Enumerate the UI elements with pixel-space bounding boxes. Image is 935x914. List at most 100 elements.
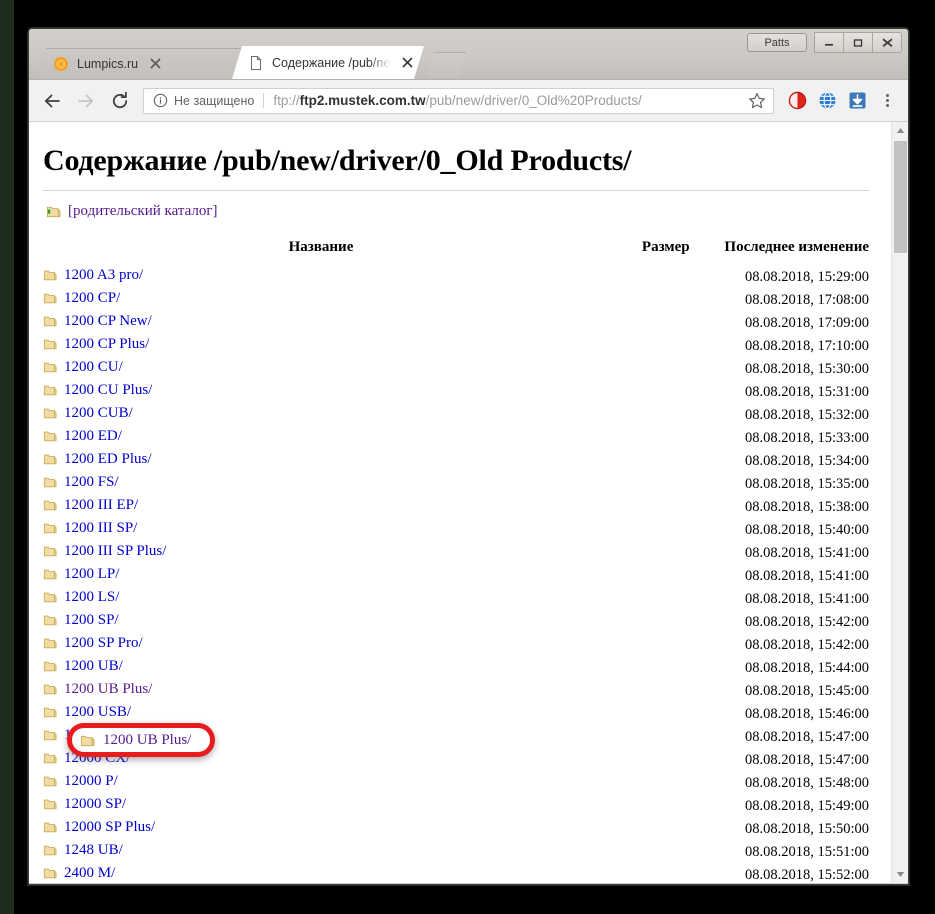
scrollbar-up-arrow-icon[interactable] xyxy=(892,122,908,139)
folder-icon xyxy=(43,774,57,788)
maximize-button[interactable] xyxy=(843,32,873,53)
cell-modified: 08.08.2018, 15:50:00 xyxy=(690,817,869,840)
directory-link[interactable]: 1200 UB/ xyxy=(64,656,123,676)
directory-link[interactable]: 1200 CP New/ xyxy=(64,311,152,331)
cell-size xyxy=(599,656,690,679)
cell-size xyxy=(599,311,690,334)
column-header-size[interactable]: Размер xyxy=(599,239,690,265)
folder-icon xyxy=(43,659,57,673)
url-path: /pub/new/driver/0_Old%20Products/ xyxy=(426,93,642,108)
cell-size xyxy=(599,472,690,495)
file-entry: 1200 CU/ xyxy=(43,357,123,377)
cell-modified: 08.08.2018, 15:45:00 xyxy=(690,679,869,702)
directory-link[interactable]: 1200 LS/ xyxy=(64,587,119,607)
parent-directory-row[interactable]: [родительский каталог] xyxy=(46,201,869,221)
orange-wheel-icon xyxy=(53,56,69,72)
cell-name: 12000 P/ xyxy=(43,771,599,794)
tab-close-icon[interactable] xyxy=(148,57,162,71)
profile-chip[interactable]: Patts xyxy=(747,33,807,52)
back-button[interactable] xyxy=(37,86,67,116)
cell-modified: 08.08.2018, 15:34:00 xyxy=(690,449,869,472)
directory-link[interactable]: 1200 UB Plus/ xyxy=(64,679,152,699)
directory-listing-table: Название Размер Последнее изменение 1200… xyxy=(43,239,869,883)
cell-size xyxy=(599,679,690,702)
file-entry: 1200 A3 pro/ xyxy=(43,265,143,285)
table-row: 1200 SP/08.08.2018, 15:42:00 xyxy=(43,610,869,633)
column-header-name[interactable]: Название xyxy=(43,239,599,265)
directory-link[interactable]: 1200 A3 pro/ xyxy=(64,265,143,285)
download-icon[interactable] xyxy=(846,90,868,112)
directory-link[interactable]: 1248 UB/ xyxy=(64,840,123,860)
folder-icon xyxy=(43,314,57,328)
close-button[interactable] xyxy=(872,32,902,53)
directory-link[interactable]: 1200 III EP/ xyxy=(64,495,138,515)
directory-link[interactable]: 1200 CP Plus/ xyxy=(64,334,149,354)
scrollbar-thumb[interactable] xyxy=(894,141,907,253)
table-header-row: Название Размер Последнее изменение xyxy=(43,239,869,265)
folder-icon xyxy=(43,521,57,535)
adblock-icon[interactable] xyxy=(786,90,808,112)
directory-link[interactable]: 1200 CUB/ xyxy=(64,403,133,423)
table-row: 1200 III EP/08.08.2018, 15:38:00 xyxy=(43,495,869,518)
cell-modified: 08.08.2018, 15:42:00 xyxy=(690,610,869,633)
annotation-highlighted-link[interactable]: 1200 UB Plus/ xyxy=(103,732,191,749)
directory-link[interactable]: 1200 CU Plus/ xyxy=(64,380,152,400)
directory-link[interactable]: 1200 SP Pro/ xyxy=(64,633,143,653)
page-viewport: Содержание /pub/new/driver/0_Old Product… xyxy=(29,122,908,883)
address-bar[interactable]: Не защищено ftp://ftp2.mustek.com.tw/pub… xyxy=(143,88,774,114)
cell-name: 1200 CUB/ xyxy=(43,403,599,426)
file-entry: 1200 III SP Plus/ xyxy=(43,541,166,561)
scrollbar-down-arrow-icon[interactable] xyxy=(892,866,908,883)
table-row: 12000 SP Plus/08.08.2018, 15:50:00 xyxy=(43,817,869,840)
info-circle-icon[interactable] xyxy=(153,93,168,108)
cell-size xyxy=(599,357,690,380)
cell-name: 1200 III SP Plus/ xyxy=(43,541,599,564)
directory-link[interactable]: 1200 SP/ xyxy=(64,610,119,630)
reload-button[interactable] xyxy=(105,86,135,116)
directory-link[interactable]: 12000 SP/ xyxy=(64,794,126,814)
bookmark-star-icon[interactable] xyxy=(747,91,767,111)
globe-icon[interactable] xyxy=(816,90,838,112)
folder-icon xyxy=(43,544,57,558)
file-entry: 1200 SP/ xyxy=(43,610,119,630)
cell-name: 1200 SP Pro/ xyxy=(43,633,599,656)
tab-ftp-directory[interactable]: Содержание /pub/new/d xyxy=(232,46,424,79)
file-entry: 1200 UB Plus/ xyxy=(43,679,152,699)
desktop-left-strip xyxy=(0,0,14,914)
directory-link[interactable]: 1200 III SP/ xyxy=(64,518,137,538)
tab-close-icon[interactable] xyxy=(400,56,414,70)
cell-name: 1200 CP/ xyxy=(43,288,599,311)
folder-icon xyxy=(43,360,57,374)
file-entry: 1200 SP Pro/ xyxy=(43,633,143,653)
directory-link[interactable]: 1200 LP/ xyxy=(64,564,119,584)
directory-link[interactable]: 1200 III SP Plus/ xyxy=(64,541,166,561)
page-scrollbar[interactable] xyxy=(891,122,908,883)
tab-lumpics[interactable]: Lumpics.ru xyxy=(37,48,242,79)
directory-link[interactable]: 1200 USB/ xyxy=(64,702,131,722)
cell-modified: 08.08.2018, 15:41:00 xyxy=(690,541,869,564)
minimize-button[interactable] xyxy=(814,32,844,53)
directory-link[interactable]: 12000 P/ xyxy=(64,771,118,791)
cell-modified: 08.08.2018, 15:47:00 xyxy=(690,748,869,771)
directory-link[interactable]: 1200 ED Plus/ xyxy=(64,449,152,469)
directory-link[interactable]: 1200 CU/ xyxy=(64,357,123,377)
folder-icon xyxy=(43,452,57,466)
cell-modified: 08.08.2018, 15:30:00 xyxy=(690,357,869,380)
forward-button xyxy=(71,86,101,116)
directory-link[interactable]: 2400 M/ xyxy=(64,863,115,883)
directory-link[interactable]: 1200 CP/ xyxy=(64,288,120,308)
forward-arrow-icon xyxy=(76,91,96,111)
new-tab-button[interactable] xyxy=(426,52,466,77)
cell-modified: 08.08.2018, 15:49:00 xyxy=(690,794,869,817)
directory-link[interactable]: 1200 ED/ xyxy=(64,426,122,446)
chrome-menu-button[interactable] xyxy=(876,90,898,112)
menu-dot xyxy=(886,99,889,102)
directory-link[interactable]: 12000 SP Plus/ xyxy=(64,817,155,837)
directory-link[interactable]: 1200 FS/ xyxy=(64,472,119,492)
column-header-modified[interactable]: Последнее изменение xyxy=(690,239,869,265)
table-row: 1200 UB/08.08.2018, 15:44:00 xyxy=(43,656,869,679)
file-entry: 2400 M/ xyxy=(43,863,115,883)
parent-directory-link[interactable]: [родительский каталог] xyxy=(68,203,218,220)
file-entry: 1200 CP Plus/ xyxy=(43,334,149,354)
folder-icon xyxy=(80,733,95,748)
